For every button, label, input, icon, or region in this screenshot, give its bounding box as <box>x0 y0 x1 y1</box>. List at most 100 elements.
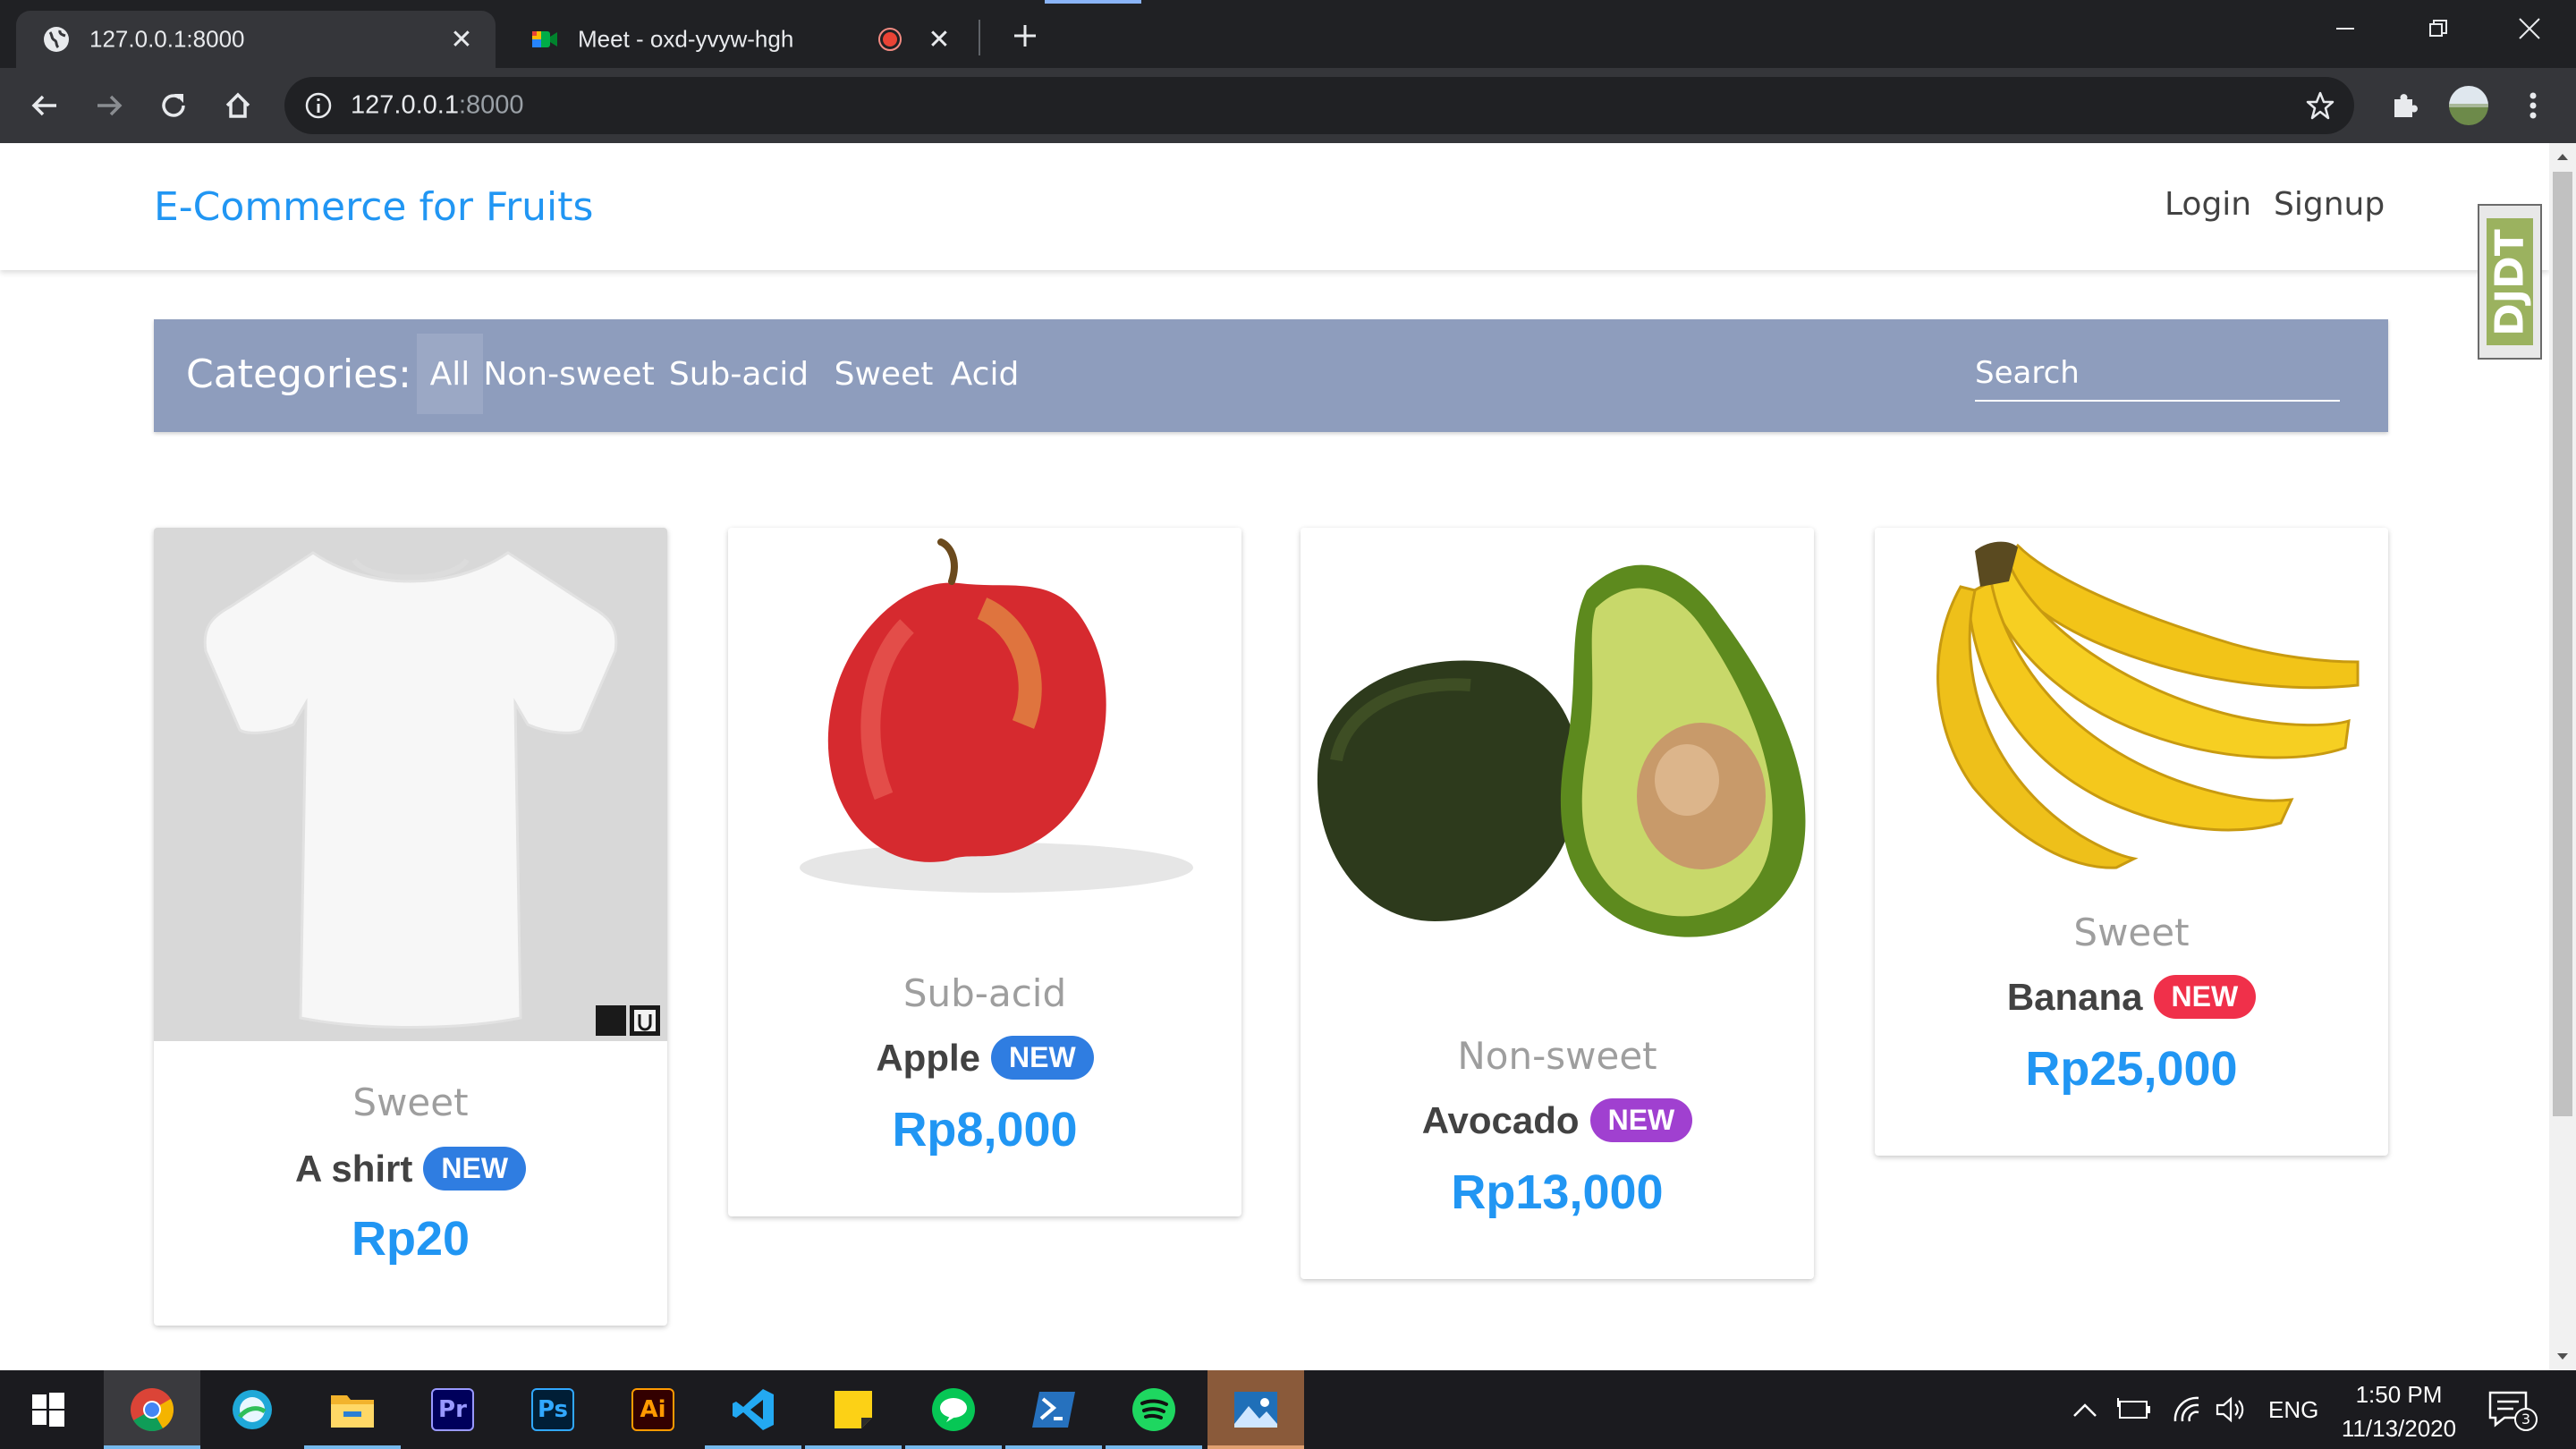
wifi-icon[interactable] <box>2172 1370 2202 1449</box>
category-sub-acid[interactable]: Sub-acid <box>651 334 826 414</box>
new-badge: NEW <box>1589 1098 1693 1142</box>
battery-icon[interactable] <box>2116 1370 2152 1449</box>
vs-code-icon[interactable] <box>705 1370 801 1449</box>
site-brand[interactable]: E-Commerce for Fruits <box>154 184 593 230</box>
product-price: Rp13,000 <box>1451 1165 1664 1219</box>
recording-icon <box>877 26 903 53</box>
extensions-puzzle-icon[interactable] <box>2383 84 2426 127</box>
new-badge: NEW <box>2153 975 2257 1019</box>
product-card[interactable]: Non-sweet Avocado NEW Rp13,000 <box>1301 528 1814 1279</box>
url-host: 127.0.0.1 <box>351 90 459 120</box>
signup-link[interactable]: Signup <box>2274 186 2385 223</box>
windows-start-icon[interactable] <box>0 1370 97 1449</box>
minimize-icon[interactable] <box>2299 0 2392 57</box>
close-tab-icon[interactable]: ✕ <box>447 25 476 55</box>
address-bar[interactable]: 127.0.0.1:8000 <box>284 77 2354 134</box>
new-tab-icon[interactable] <box>1005 16 1045 55</box>
scroll-up-icon[interactable] <box>2549 143 2576 170</box>
product-category: Non-sweet <box>1457 1034 1657 1078</box>
powershell-icon[interactable] <box>1005 1370 1102 1449</box>
system-clock[interactable]: 1:50 PM 11/13/2020 <box>2333 1377 2465 1445</box>
product-category: Sweet <box>352 1080 469 1124</box>
language-indicator[interactable]: ENG <box>2268 1370 2318 1449</box>
running-app-indicator <box>805 1445 902 1449</box>
product-title-row: Apple NEW <box>728 1036 1241 1080</box>
spotify-icon[interactable] <box>1106 1370 1202 1449</box>
running-app-indicator <box>705 1445 801 1449</box>
product-image-tshirt <box>154 528 667 1041</box>
close-window-icon[interactable] <box>2483 0 2576 57</box>
search-input[interactable] <box>1975 346 2340 402</box>
product-title-row: A shirt NEW <box>154 1147 667 1191</box>
product-card[interactable]: Sub-acid Apple NEW Rp8,000 <box>728 528 1241 1216</box>
product-image-banana <box>1875 528 2388 1041</box>
product-card[interactable]: Sweet A shirt NEW Rp20 <box>154 528 667 1326</box>
product-price: Rp8,000 <box>892 1103 1078 1157</box>
tab-strip-indicator <box>1045 0 1141 4</box>
photoshop-icon[interactable]: Ps <box>504 1370 601 1449</box>
categories-label: Categories: <box>186 352 411 397</box>
show-hidden-icons[interactable] <box>2072 1370 2098 1449</box>
category-all[interactable]: All <box>417 334 483 414</box>
product-price: Rp20 <box>351 1212 470 1266</box>
globe-icon <box>41 24 72 55</box>
line-app-icon[interactable] <box>905 1370 1002 1449</box>
reload-icon[interactable] <box>152 84 195 127</box>
volume-icon[interactable] <box>2215 1370 2247 1449</box>
tab-title: 127.0.0.1:8000 <box>89 25 245 53</box>
clock-date: 11/13/2020 <box>2341 1415 2457 1442</box>
running-app-indicator <box>1106 1445 1202 1449</box>
debug-toolbar-label: DJDT <box>2487 229 2533 335</box>
notification-count: 3 <box>2521 1411 2530 1428</box>
scrollbar-thumb[interactable] <box>2553 172 2572 1116</box>
category-sweet[interactable]: Sweet <box>832 334 936 414</box>
file-explorer-icon[interactable] <box>304 1370 401 1449</box>
django-debug-toolbar-handle[interactable]: DJDT <box>2478 204 2542 360</box>
login-link[interactable]: Login <box>2165 186 2251 223</box>
clock-time: 1:50 PM <box>2355 1381 2443 1408</box>
browser-app-icon[interactable] <box>204 1370 301 1449</box>
google-meet-icon <box>530 24 560 55</box>
new-badge: NEW <box>423 1147 527 1191</box>
product-title-row: Avocado NEW <box>1301 1098 1814 1142</box>
browser-tab-bar: 127.0.0.1:8000 ✕ Meet - oxd-yvyw-hgh ✕ <box>0 0 2576 68</box>
browser-toolbar: 127.0.0.1:8000 <box>0 68 2576 143</box>
new-badge: NEW <box>991 1036 1094 1080</box>
premiere-pro-icon[interactable]: Pr <box>404 1370 501 1449</box>
illustrator-label: Ai <box>631 1388 674 1431</box>
product-card[interactable]: Sweet Banana NEW Rp25,000 <box>1875 528 2388 1156</box>
notification-center-icon[interactable]: 3 <box>2487 1370 2538 1449</box>
profile-avatar[interactable] <box>2447 84 2490 127</box>
scroll-down-icon[interactable] <box>2549 1343 2576 1370</box>
running-app-indicator <box>1005 1445 1102 1449</box>
running-app-indicator <box>304 1445 401 1449</box>
premiere-label: Pr <box>431 1388 474 1431</box>
category-bar: Categories: All Non-sweet Sub-acid Sweet… <box>154 319 2388 432</box>
product-name: A shirt <box>294 1147 413 1190</box>
tab-separator <box>979 20 980 55</box>
tab-localhost[interactable]: 127.0.0.1:8000 ✕ <box>16 11 496 68</box>
forward-icon[interactable] <box>88 84 131 127</box>
bookmark-star-icon[interactable] <box>2302 88 2338 123</box>
photoshop-label: Ps <box>531 1388 574 1431</box>
site-info-icon[interactable] <box>302 89 335 122</box>
product-image-apple <box>728 528 1241 1041</box>
sticky-notes-icon[interactable] <box>805 1370 902 1449</box>
illustrator-icon[interactable]: Ai <box>605 1370 701 1449</box>
product-name: Apple <box>876 1036 980 1079</box>
page-viewport: E-Commerce for Fruits Login Signup Categ… <box>0 143 2576 1370</box>
windows-taskbar: Pr Ps Ai ENG 1:50 PM 11/13/2020 3 <box>0 1370 2576 1449</box>
chrome-taskbar-icon[interactable] <box>104 1370 200 1449</box>
close-tab-icon[interactable]: ✕ <box>925 25 953 55</box>
tab-meet[interactable]: Meet - oxd-yvyw-hgh ✕ <box>504 11 973 68</box>
category-non-sweet[interactable]: Non-sweet <box>483 334 654 414</box>
back-icon[interactable] <box>23 84 66 127</box>
home-icon[interactable] <box>216 84 259 127</box>
product-image-avocado <box>1301 528 1814 1041</box>
tab-title: Meet - oxd-yvyw-hgh <box>578 25 794 53</box>
chrome-menu-icon[interactable] <box>2512 84 2555 127</box>
product-name: Avocado <box>1421 1098 1580 1141</box>
photos-app-icon[interactable] <box>1208 1370 1304 1449</box>
category-acid[interactable]: Acid <box>941 334 1029 414</box>
restore-icon[interactable] <box>2392 0 2485 57</box>
